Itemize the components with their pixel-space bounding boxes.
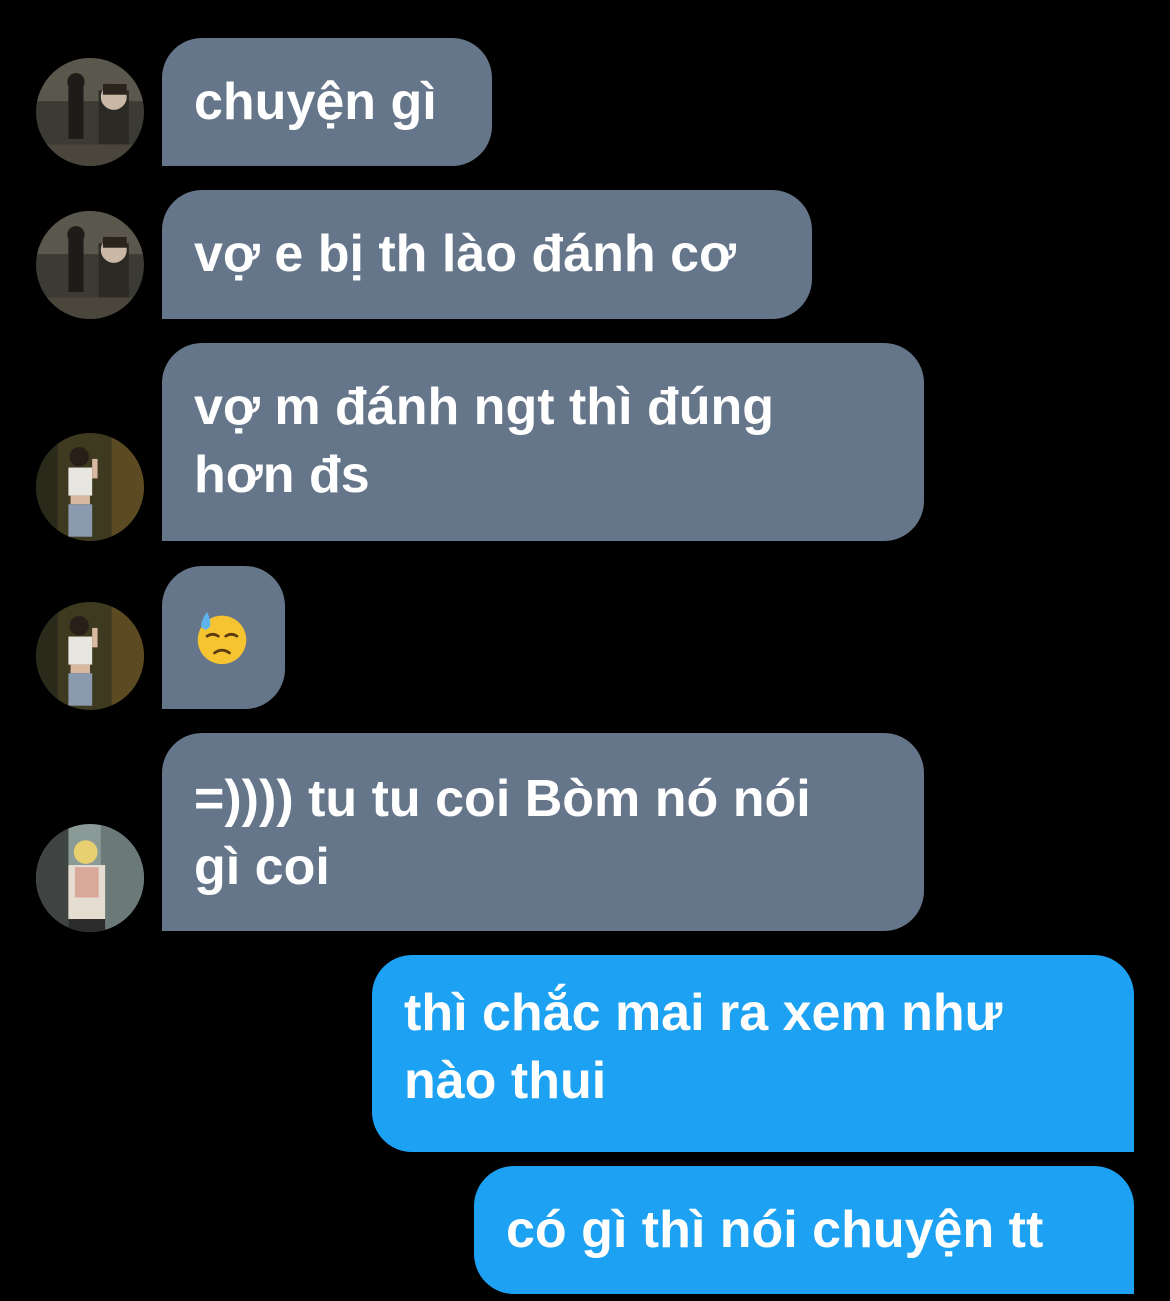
message-bubble-incoming[interactable]: chuyện gì xyxy=(162,38,492,166)
message-bubble-incoming[interactable]: =)))) tu tu coi Bòm nó nói gì coi xyxy=(162,733,924,931)
avatar-user-c[interactable] xyxy=(36,824,144,932)
message-text: có gì thì nói chuyện tt xyxy=(506,1201,1044,1259)
message-text-line-1: vợ m đánh ngt thì đúng xyxy=(194,378,774,436)
message-text-line-1: thì chắc mai ra xem như xyxy=(404,984,1003,1042)
avatar-user-a[interactable] xyxy=(36,58,144,166)
avatar-user-b[interactable] xyxy=(36,433,144,541)
message-text-line-2: gì coi xyxy=(194,838,330,896)
message-text-line-1: =)))) tu tu coi Bòm nó nói xyxy=(194,770,811,828)
message-text: vợ e bị th lào đánh cơ xyxy=(194,225,737,283)
message-text: chuyện gì xyxy=(194,73,437,131)
message-bubble-incoming[interactable]: vợ m đánh ngt thì đúng hơn đs xyxy=(162,343,924,541)
avatar-user-a[interactable] xyxy=(36,211,144,319)
message-bubble-incoming-emoji[interactable] xyxy=(162,566,285,709)
downcast-face-with-sweat-icon xyxy=(194,610,250,666)
message-text-line-2: hơn đs xyxy=(194,446,370,504)
message-bubble-outgoing[interactable]: thì chắc mai ra xem như nào thui xyxy=(372,955,1134,1152)
message-bubble-outgoing[interactable]: có gì thì nói chuyện tt xyxy=(474,1166,1134,1294)
message-bubble-incoming[interactable]: vợ e bị th lào đánh cơ xyxy=(162,190,812,319)
message-text-line-2: nào thui xyxy=(404,1052,607,1110)
avatar-user-b[interactable] xyxy=(36,602,144,710)
